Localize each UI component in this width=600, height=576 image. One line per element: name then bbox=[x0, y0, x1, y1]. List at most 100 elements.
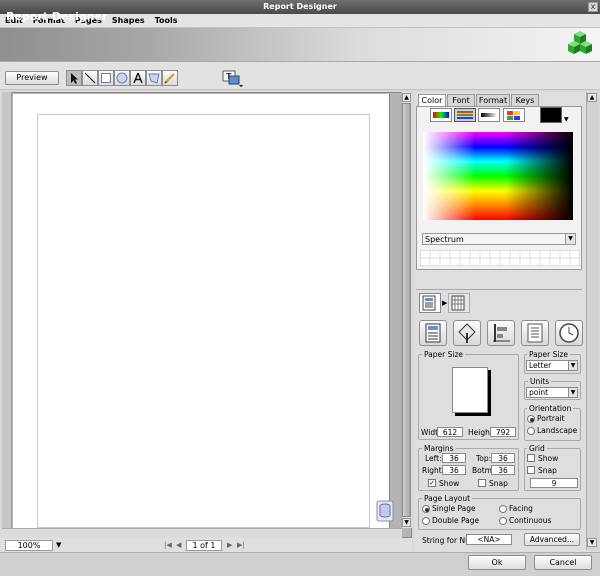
grayscale-icon bbox=[481, 113, 497, 117]
margins-show-label: Show bbox=[439, 479, 460, 488]
scroll-up-button[interactable]: ▲ bbox=[402, 93, 411, 102]
menu-shapes[interactable]: Shapes bbox=[107, 14, 150, 28]
text-tool-button[interactable] bbox=[130, 70, 146, 86]
ok-button[interactable]: Ok bbox=[468, 555, 526, 570]
menu-tools[interactable]: Tools bbox=[150, 14, 183, 28]
first-page-icon[interactable]: |◀ bbox=[164, 541, 172, 549]
page-grid-tab[interactable] bbox=[448, 293, 470, 313]
continuous-label: Continuous bbox=[509, 516, 552, 525]
paper-size-select[interactable]: Letter ▼ bbox=[526, 360, 578, 371]
color-mode-select[interactable]: Spectrum ▼ bbox=[422, 233, 576, 245]
list-icon bbox=[527, 323, 543, 343]
tab-format[interactable]: Format bbox=[476, 94, 510, 106]
portrait-radio[interactable] bbox=[527, 415, 535, 423]
page-margin-guide bbox=[37, 114, 370, 528]
tab-arrow-icon: ▶ bbox=[442, 299, 448, 307]
single-page-label: Single Page bbox=[432, 504, 476, 513]
spectrum-icon bbox=[457, 111, 473, 119]
paper-size-title: Paper Size bbox=[422, 350, 466, 359]
facing-radio[interactable] bbox=[499, 505, 507, 513]
last-page-icon[interactable]: ▶| bbox=[237, 541, 245, 549]
color-wheel-mode-button[interactable] bbox=[430, 108, 452, 122]
fill-button[interactable] bbox=[453, 320, 481, 346]
green-cubes-icon bbox=[568, 31, 592, 54]
continuous-radio[interactable] bbox=[499, 517, 507, 525]
grid-snap-checkbox[interactable] bbox=[527, 466, 535, 474]
chevron-down-icon: ▼ bbox=[568, 361, 577, 370]
text-style-button[interactable]: T bbox=[222, 70, 244, 88]
clock-button[interactable] bbox=[555, 320, 583, 346]
null-string-field[interactable]: <NA> bbox=[466, 534, 512, 545]
canvas-horizontal-scrollbar[interactable] bbox=[2, 528, 402, 538]
zoom-field[interactable]: 100% bbox=[5, 540, 53, 551]
recent-colors-strip[interactable] bbox=[420, 250, 580, 266]
polygon-tool-button[interactable] bbox=[146, 70, 162, 86]
prev-page-icon[interactable]: ◀ bbox=[176, 541, 181, 549]
margins-snap-checkbox[interactable] bbox=[478, 479, 486, 487]
tab-font[interactable]: Font bbox=[447, 94, 475, 106]
header-banner bbox=[0, 28, 600, 62]
top-margin-field[interactable]: 36 bbox=[491, 453, 515, 463]
zoom-dropdown-icon[interactable]: ▼ bbox=[56, 541, 61, 549]
canvas-scroll-thumb[interactable] bbox=[402, 103, 411, 517]
swatches-mode-button[interactable] bbox=[503, 108, 525, 122]
landscape-radio[interactable] bbox=[527, 427, 535, 435]
scroll-down-button[interactable]: ▼ bbox=[402, 518, 411, 527]
margins-show-checkbox[interactable]: ✓ bbox=[428, 479, 436, 487]
divider bbox=[416, 289, 582, 290]
double-page-radio[interactable] bbox=[422, 517, 430, 525]
landscape-label: Landscape bbox=[537, 426, 578, 435]
portrait-label: Portrait bbox=[537, 414, 565, 423]
rectangle-tool-button[interactable] bbox=[98, 70, 114, 86]
current-color-swatch[interactable] bbox=[540, 107, 562, 123]
line-icon bbox=[84, 72, 96, 84]
swatches-icon bbox=[507, 111, 520, 120]
panel-vertical-scrollbar[interactable] bbox=[586, 92, 598, 550]
color-spectrum-field[interactable] bbox=[423, 132, 573, 220]
panel-scroll-up-button[interactable]: ▲ bbox=[587, 93, 597, 102]
window-close-button[interactable]: x bbox=[588, 2, 598, 12]
grid-title: Grid bbox=[527, 444, 547, 453]
color-dropdown-icon[interactable]: ▼ bbox=[564, 116, 569, 123]
page-setup-tab[interactable] bbox=[419, 293, 441, 313]
next-page-icon[interactable]: ▶ bbox=[227, 541, 232, 549]
cancel-button[interactable]: Cancel bbox=[534, 555, 592, 570]
grid-size-field[interactable]: 9 bbox=[530, 478, 578, 488]
pencil-tool-button[interactable] bbox=[162, 70, 178, 86]
single-page-radio[interactable] bbox=[422, 505, 430, 513]
pointer-icon bbox=[71, 73, 78, 84]
page-setup-icon bbox=[422, 295, 436, 311]
advanced-button[interactable]: Advanced... bbox=[524, 533, 580, 546]
spectrum-mode-button[interactable] bbox=[454, 108, 476, 122]
list-button[interactable] bbox=[521, 320, 549, 346]
pencil-icon bbox=[164, 73, 175, 84]
left-margin-field[interactable]: 36 bbox=[442, 453, 466, 463]
database-icon[interactable] bbox=[376, 500, 394, 522]
grid-show-checkbox[interactable] bbox=[527, 454, 535, 462]
chevron-down-icon: ▼ bbox=[568, 388, 577, 397]
page-setup-icon bbox=[425, 323, 441, 343]
right-margin-field[interactable]: 36 bbox=[442, 465, 466, 475]
align-button[interactable] bbox=[487, 320, 515, 346]
page-indicator[interactable]: 1 of 1 bbox=[186, 540, 222, 551]
pointer-tool-button[interactable] bbox=[66, 70, 82, 86]
height-field[interactable]: 792 bbox=[490, 427, 516, 437]
line-tool-button[interactable] bbox=[82, 70, 98, 86]
ellipse-tool-button[interactable] bbox=[114, 70, 130, 86]
left-margin-label: Left: bbox=[425, 454, 442, 463]
preview-button[interactable]: Preview bbox=[5, 71, 59, 85]
grayscale-mode-button[interactable] bbox=[478, 108, 500, 122]
units-select[interactable]: point ▼ bbox=[526, 387, 578, 398]
facing-label: Facing bbox=[509, 504, 533, 513]
page-setup-panel-button[interactable] bbox=[419, 320, 447, 346]
units-title: Units bbox=[528, 377, 552, 386]
grid-show-label: Show bbox=[538, 454, 559, 463]
color-mode-value: Spectrum bbox=[425, 235, 464, 244]
tab-keys[interactable]: Keys bbox=[511, 94, 539, 106]
bottom-margin-field[interactable]: 36 bbox=[491, 465, 515, 475]
paper-size-value: Letter bbox=[529, 361, 552, 370]
rectangle-icon bbox=[101, 73, 111, 83]
grid-snap-label: Snap bbox=[538, 466, 557, 475]
width-field[interactable]: 612 bbox=[437, 427, 463, 437]
panel-scroll-down-button[interactable]: ▼ bbox=[587, 538, 597, 547]
